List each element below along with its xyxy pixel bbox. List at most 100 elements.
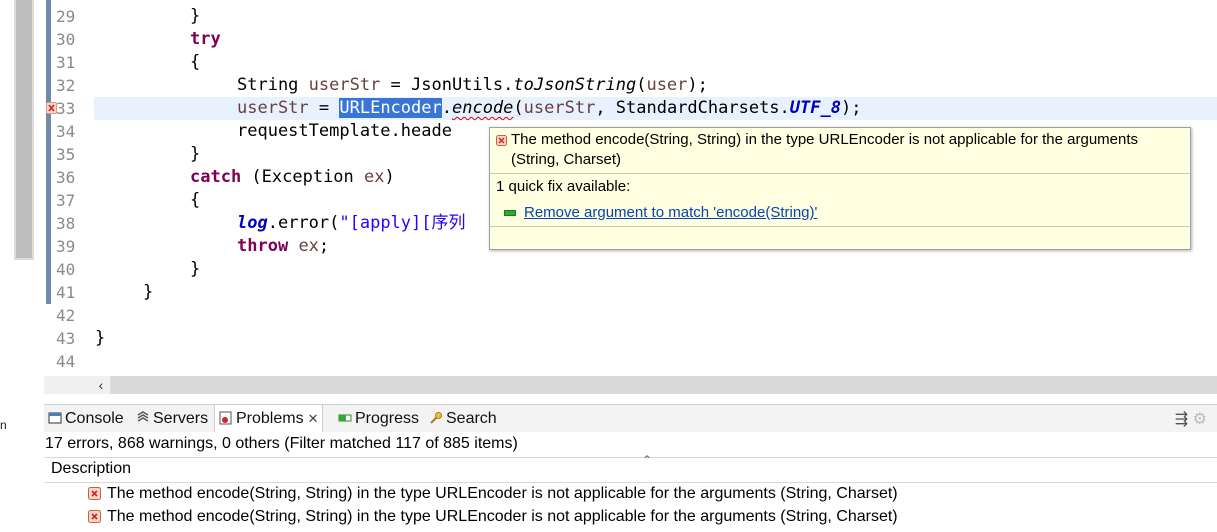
code-token: . (441, 98, 452, 118)
problem-description: The method encode(String, String) in the… (107, 508, 898, 525)
keyword-token: throw (237, 236, 289, 256)
code-token: } (190, 144, 201, 164)
tab-label: Problems (236, 410, 304, 427)
field-token: log (237, 213, 268, 233)
error-icon (88, 487, 101, 500)
code-token: ( (513, 98, 524, 118)
line-number-gutter: 29 30 31 32 33 34 35 36 37 38 39 40 41 4… (46, 0, 94, 376)
tab-label: Progress (355, 410, 420, 427)
line-number: 31 (56, 53, 76, 72)
code-token: { (190, 190, 201, 210)
line-number: 43 (56, 329, 76, 348)
code-line: } (94, 327, 1217, 350)
code-token: } (143, 282, 154, 302)
error-method-token[interactable]: encode (452, 98, 513, 118)
bottom-view-tabs: Console Servers Problems ✕ Progress Searc… (44, 404, 1217, 433)
line-number: 35 (56, 145, 76, 164)
line-number: 37 (56, 191, 76, 210)
code-line: { (94, 51, 1217, 74)
variable-token: ex (364, 167, 385, 187)
left-panel-fragment-text: n (0, 418, 7, 432)
quick-fix-item[interactable]: Remove argument to match 'encode(String)… (504, 203, 817, 223)
keyword-token: try (190, 29, 221, 49)
code-line: } (94, 258, 1217, 281)
sort-indicator-icon: ⌃ (642, 453, 653, 467)
progress-icon (338, 414, 352, 422)
code-token: } (95, 328, 106, 348)
code-token: ( (636, 75, 647, 95)
tab-label: Console (65, 410, 124, 427)
line-number: 41 (56, 283, 76, 302)
column-header[interactable]: ⌃ Description (44, 453, 1217, 483)
divider (490, 173, 1190, 174)
settings-icon[interactable]: ⚙ (1193, 411, 1207, 428)
keyword-token: catch (190, 167, 242, 187)
close-icon[interactable]: ✕ (308, 411, 319, 426)
change-marker (46, 0, 51, 304)
selected-token[interactable]: URLEncoder (339, 98, 442, 118)
search-icon (430, 412, 442, 424)
error-icon (496, 135, 507, 146)
line-number: 44 (56, 352, 76, 371)
line-number: 30 (56, 30, 76, 49)
line-number: 33 (56, 99, 76, 118)
error-icon (88, 510, 101, 523)
view-menu-icon[interactable]: ⇶ (1175, 411, 1188, 428)
variable-token: user (646, 75, 688, 95)
code-line: } (94, 5, 1217, 28)
horizontal-scrollbar-thumb[interactable] (110, 376, 1217, 394)
left-panel-edge: n (0, 0, 44, 532)
console-icon (48, 412, 62, 424)
variable-token: ex (298, 236, 319, 256)
hover-error-text: The method encode(String, String) in the… (511, 131, 1139, 168)
code-token: ; (318, 236, 330, 256)
code-token: , StandardCharsets. (595, 98, 790, 118)
code-line: try (94, 28, 1217, 51)
error-line-number[interactable]: 33 (46, 97, 94, 120)
code-token: ); (687, 75, 708, 95)
column-header-description[interactable]: Description (51, 460, 131, 478)
code-token: = (308, 98, 340, 118)
code-token: requestTemplate.heade (237, 121, 452, 141)
line-number: 36 (56, 168, 76, 187)
tab-problems[interactable]: Problems ✕ (214, 405, 324, 433)
code-token: } (190, 6, 201, 26)
problem-hover-popup[interactable]: The method encode(String, String) in the… (489, 127, 1191, 250)
tab-console[interactable]: Console (48, 405, 124, 433)
servers-icon (137, 411, 149, 422)
problems-summary: 17 errors, 868 warnings, 0 others (Filte… (45, 435, 518, 452)
code-token: .error( (267, 213, 340, 233)
code-token: String (237, 75, 309, 95)
code-token: = JsonUtils. (380, 75, 514, 95)
divider (490, 226, 1190, 227)
string-token: "[apply][序列 (339, 213, 466, 233)
code-line: String userStr = JsonUtils.toJsonString(… (94, 74, 1217, 97)
line-number: 34 (56, 122, 76, 141)
line-number: 39 (56, 237, 76, 256)
variable-token: userStr (523, 98, 596, 118)
constant-token: UTF_8 (789, 98, 841, 118)
tab-search[interactable]: Search (429, 405, 497, 433)
code-token: ); (840, 98, 862, 118)
code-token: ) (384, 167, 395, 187)
problems-view: 17 errors, 868 warnings, 0 others (Filte… (44, 432, 1217, 532)
quick-fix-link[interactable]: Remove argument to match 'encode(String)… (524, 204, 817, 221)
code-token: (Exception (241, 167, 365, 187)
tab-label: Search (446, 410, 497, 427)
editor-horizontal-scrollbar[interactable]: ‹ (44, 376, 1217, 394)
hover-error-message: The method encode(String, String) in the… (496, 130, 1176, 170)
variable-token: userStr (237, 98, 309, 118)
code-token: { (190, 52, 201, 72)
quick-fix-change-icon (504, 210, 516, 217)
line-number: 32 (56, 76, 76, 95)
left-scrollbar-thumb[interactable] (16, 0, 32, 258)
table-row[interactable]: The method encode(String, String) in the… (44, 482, 1217, 505)
quick-fix-count: 1 quick fix available: (496, 178, 631, 195)
tab-servers[interactable]: Servers (136, 405, 208, 433)
line-number: 42 (56, 306, 76, 325)
tab-progress[interactable]: Progress (338, 405, 419, 433)
code-token: } (190, 259, 201, 279)
line-number: 38 (56, 214, 76, 233)
table-row[interactable]: The method encode(String, String) in the… (44, 505, 1217, 528)
scroll-left-arrow-icon[interactable]: ‹ (94, 376, 108, 394)
